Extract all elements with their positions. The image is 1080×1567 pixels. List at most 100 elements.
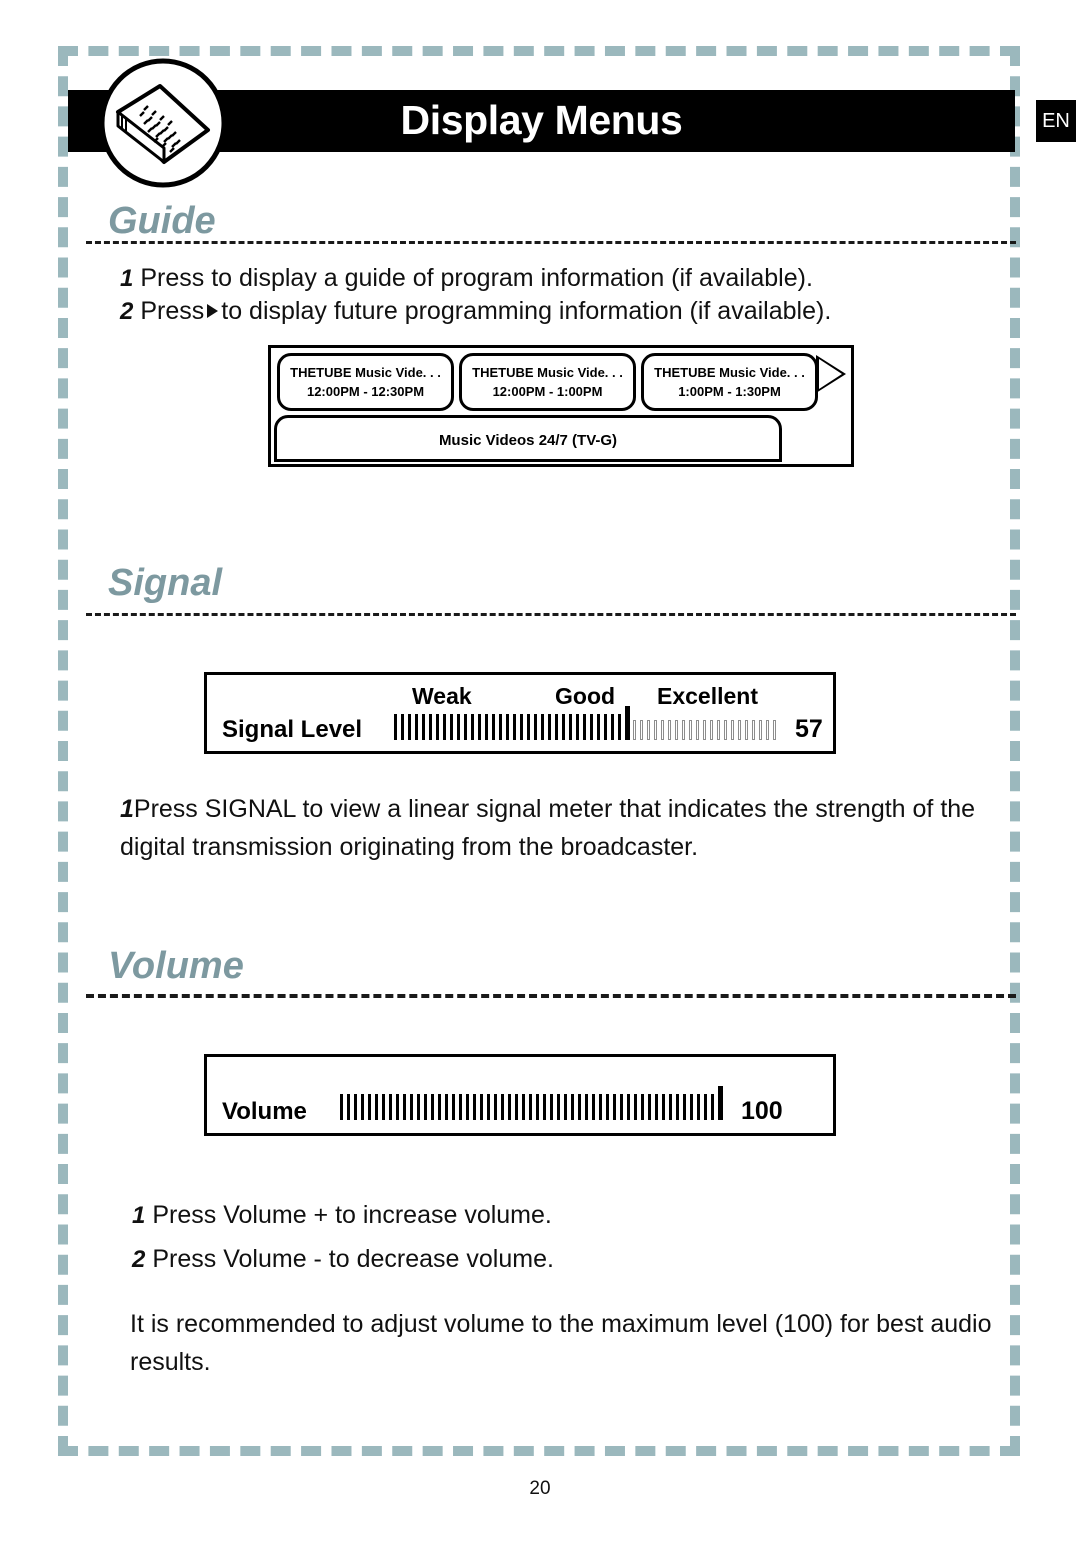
section-heading-volume: Volume	[108, 945, 244, 987]
meter-bar-filled	[592, 1094, 595, 1120]
guide-program-cell[interactable]: THETUBE Music Vide. . . 1:00PM - 1:30PM	[641, 353, 818, 411]
meter-bar-filled	[408, 714, 411, 740]
meter-bar-empty	[710, 720, 713, 740]
step-text: Press Volume - to decrease volume.	[152, 1245, 554, 1273]
meter-bar-filled	[368, 1094, 371, 1120]
guide-program-time: 12:00PM - 1:00PM	[492, 384, 603, 399]
meter-bar-empty	[654, 720, 657, 740]
meter-bar-filled	[548, 714, 551, 740]
volume-step-2: 2 Press Volume - to decrease volume.	[132, 1245, 554, 1274]
meter-bar-filled	[403, 1094, 406, 1120]
meter-bar-filled	[576, 714, 579, 740]
guide-program-title: THETUBE Music Vide. . .	[472, 365, 623, 380]
meter-bar-empty	[668, 720, 671, 740]
meter-bar-filled	[389, 1094, 392, 1120]
meter-bar-filled	[394, 714, 397, 740]
meter-bar-filled	[555, 714, 558, 740]
meter-bar-empty	[745, 720, 748, 740]
meter-bar-empty	[689, 720, 692, 740]
meter-bar-empty	[752, 720, 755, 740]
meter-bar-empty	[717, 720, 720, 740]
meter-bar-filled	[464, 714, 467, 740]
meter-bar-filled	[613, 1094, 616, 1120]
meter-bar-filled	[436, 714, 439, 740]
meter-cursor	[625, 706, 630, 740]
meter-bar-filled	[354, 1094, 357, 1120]
guide-step-1: 1 Press to display a guide of program inf…	[120, 264, 813, 293]
guide-program-time: 1:00PM - 1:30PM	[678, 384, 781, 399]
meter-bar-filled	[452, 1094, 455, 1120]
meter-bar-filled	[620, 1094, 623, 1120]
signal-meter-label: Signal Level	[222, 716, 363, 743]
meter-bar-filled	[711, 1094, 714, 1120]
meter-bar-empty	[703, 720, 706, 740]
meter-bar-filled	[662, 1094, 665, 1120]
guide-program-row: THETUBE Music Vide. . . 12:00PM - 12:30P…	[277, 353, 851, 413]
meter-bar-filled	[401, 714, 404, 740]
meter-bar-filled	[450, 714, 453, 740]
signal-meter-value: 57	[795, 715, 823, 743]
meter-bar-empty	[675, 720, 678, 740]
meter-bar-filled	[618, 714, 621, 740]
meter-bar-filled	[429, 714, 432, 740]
meter-bar-filled	[375, 1094, 378, 1120]
meter-bar-filled	[382, 1094, 385, 1120]
meter-bar-filled	[690, 1094, 693, 1120]
meter-bar-empty	[759, 720, 762, 740]
language-badge: EN	[1036, 100, 1076, 142]
meter-bar-filled	[499, 714, 502, 740]
meter-bar-filled	[494, 1094, 497, 1120]
meter-bar-filled	[410, 1094, 413, 1120]
meter-bar-filled	[361, 1094, 364, 1120]
meter-bar-filled	[697, 1094, 700, 1120]
signal-step-1: 1Press SIGNAL to view a linear signal me…	[120, 790, 1000, 866]
meter-bar-filled	[597, 714, 600, 740]
meter-bar-filled	[347, 1094, 350, 1120]
meter-bar-filled	[501, 1094, 504, 1120]
meter-bar-filled	[513, 714, 516, 740]
signal-scale-weak: Weak	[412, 683, 472, 709]
step-text: Press to display a guide of program info…	[140, 264, 813, 292]
volume-meter-label: Volume	[222, 1098, 307, 1125]
meter-bar-filled	[571, 1094, 574, 1120]
next-page-arrow-icon-inner	[819, 359, 842, 389]
meter-bar-filled	[550, 1094, 553, 1120]
step-number: 2	[120, 298, 134, 325]
meter-bar-empty	[738, 720, 741, 740]
meter-bar-filled	[683, 1094, 686, 1120]
step-number: 1	[120, 795, 134, 823]
volume-meter-bars	[340, 1086, 726, 1120]
guide-program-cell[interactable]: THETUBE Music Vide. . . 12:00PM - 12:30P…	[277, 353, 454, 411]
right-triangle-icon	[207, 304, 219, 318]
meter-bar-filled	[634, 1094, 637, 1120]
section-heading-guide: Guide	[108, 200, 216, 242]
meter-bar-empty	[724, 720, 727, 740]
meter-bar-filled	[340, 1094, 343, 1120]
meter-bar-filled	[445, 1094, 448, 1120]
guide-program-title: THETUBE Music Vide. . .	[654, 365, 805, 380]
meter-bar-empty	[773, 720, 776, 740]
meter-bar-filled	[466, 1094, 469, 1120]
meter-bar-filled	[562, 714, 565, 740]
meter-bar-empty	[696, 720, 699, 740]
meter-bar-filled	[459, 1094, 462, 1120]
guide-program-title: THETUBE Music Vide. . .	[290, 365, 441, 380]
meter-bar-filled	[522, 1094, 525, 1120]
meter-bar-filled	[599, 1094, 602, 1120]
meter-bar-filled	[676, 1094, 679, 1120]
meter-bar-filled	[641, 1094, 644, 1120]
meter-bar-filled	[534, 714, 537, 740]
meter-bar-empty	[766, 720, 769, 740]
volume-step-1: 1 Press Volume + to increase volume.	[132, 1201, 552, 1230]
meter-bar-filled	[506, 714, 509, 740]
guide-program-cell[interactable]: THETUBE Music Vide. . . 12:00PM - 1:00PM	[459, 353, 636, 411]
meter-bar-filled	[541, 714, 544, 740]
meter-bar-filled	[396, 1094, 399, 1120]
meter-bar-filled	[557, 1094, 560, 1120]
meter-bar-filled	[578, 1094, 581, 1120]
meter-bar-filled	[422, 714, 425, 740]
meter-bar-filled	[669, 1094, 672, 1120]
meter-bar-filled	[569, 714, 572, 740]
meter-bar-filled	[527, 714, 530, 740]
open-book-icon	[98, 58, 228, 188]
